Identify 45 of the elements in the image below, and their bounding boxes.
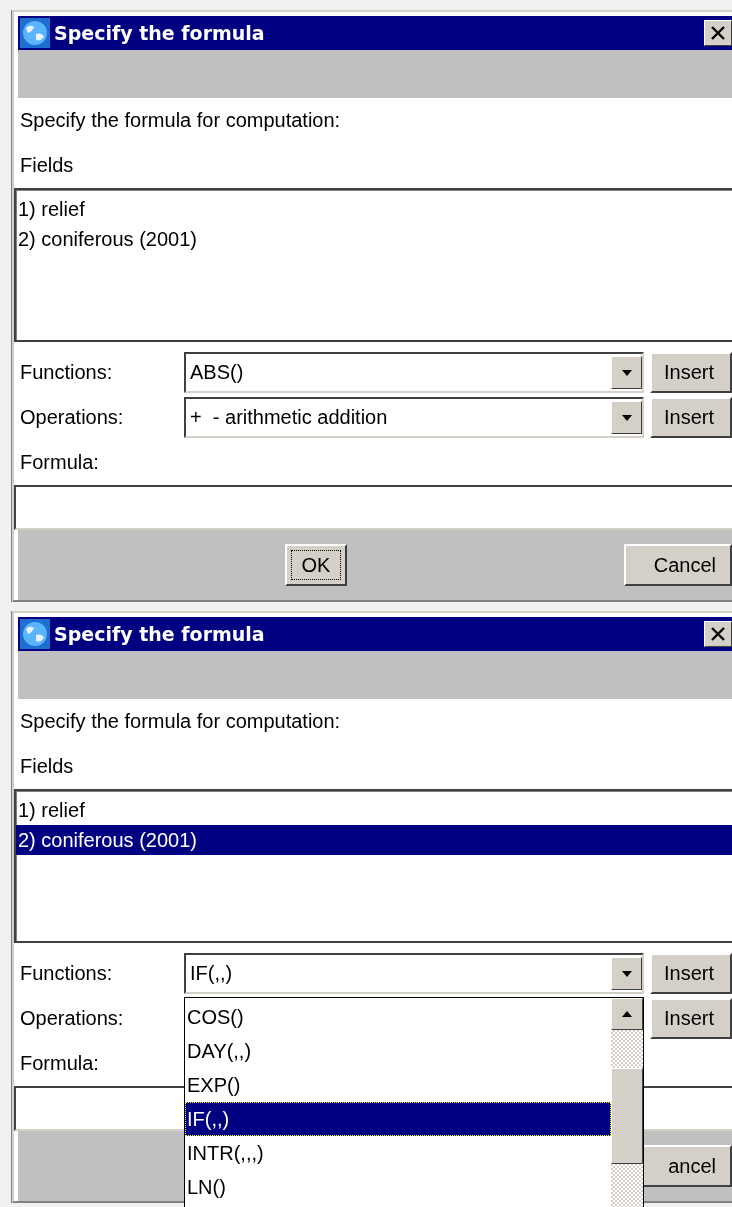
instruction-text: Specify the formula for computation: <box>20 109 341 132</box>
close-icon <box>711 26 725 40</box>
scroll-thumb[interactable] <box>611 1068 643 1164</box>
close-button[interactable] <box>704 621 732 647</box>
insert-button[interactable]: Insert <box>650 998 732 1039</box>
insert-button[interactable]: Insert <box>650 953 732 994</box>
globe-icon <box>20 18 50 48</box>
section-label: Formula: <box>20 451 99 474</box>
section-label: Fields <box>20 154 74 177</box>
list-item[interactable]: 2) coniferous (2001) <box>16 224 732 254</box>
close-icon <box>711 627 725 641</box>
insert-button[interactable]: Insert <box>650 352 732 393</box>
scroll-up-button[interactable] <box>611 998 643 1030</box>
caret-down-icon <box>621 414 632 421</box>
scrollbar[interactable] <box>611 998 643 1207</box>
cancel-button[interactable]: Cancel <box>624 544 732 586</box>
dropdown-arrow-button[interactable] <box>611 356 642 389</box>
dropdown-field[interactable]: + - arithmetic addition <box>184 397 644 438</box>
dropdown-field[interactable]: IF(,,) <box>184 953 644 994</box>
field-label: Operations: <box>20 406 125 429</box>
insert-button[interactable]: Insert <box>650 397 732 438</box>
caret-up-icon <box>622 1011 632 1017</box>
field-label: Functions: <box>20 962 114 985</box>
dropdown-arrow-button[interactable] <box>611 401 642 434</box>
dropdown-arrow-button[interactable] <box>611 957 642 990</box>
section-label: Fields <box>20 755 74 778</box>
list-item[interactable]: 2) coniferous (2001) <box>16 825 732 855</box>
fields-list[interactable]: 1) relief 2) coniferous (2001) <box>14 789 732 943</box>
fields-list[interactable]: 1) relief 2) coniferous (2001) <box>14 188 732 342</box>
instruction-text: Specify the formula for computation: <box>20 710 341 733</box>
section-label: Formula: <box>20 1052 99 1075</box>
caret-down-icon <box>621 970 632 977</box>
window-title: Specify the formula <box>54 22 266 44</box>
caret-down-icon <box>621 369 632 376</box>
field-label: Functions: <box>20 361 114 384</box>
field-label: Operations: <box>20 1007 125 1030</box>
list-item[interactable]: 1) relief <box>16 795 732 825</box>
dropdown-option[interactable]: IF(,,) <box>185 1102 611 1136</box>
window-title: Specify the formula <box>54 623 266 645</box>
formula-input[interactable] <box>14 485 732 530</box>
list-item[interactable]: 1) relief <box>16 194 732 224</box>
dropdown-field[interactable]: ABS() <box>184 352 644 393</box>
ok-button[interactable]: OK <box>285 544 347 586</box>
close-button[interactable] <box>704 20 732 46</box>
globe-icon <box>20 619 50 649</box>
